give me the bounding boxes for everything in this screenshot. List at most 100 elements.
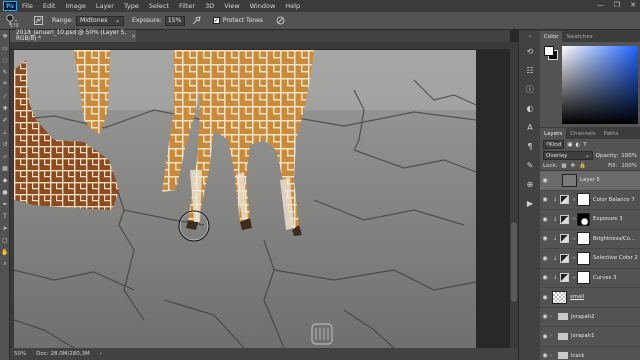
document-tab[interactable]: 2018_januari_10.psd @ 50% (Layer 5, RGB/… <box>10 30 136 42</box>
brush-tool-icon[interactable]: ✐ <box>0 114 10 126</box>
menu-edit[interactable]: Edit <box>38 2 61 10</box>
visibility-eye-icon[interactable]: ◉ <box>540 196 550 203</box>
marquee-tool-icon[interactable]: ▭ <box>0 42 10 54</box>
pen-tool-icon[interactable]: ✒ <box>0 198 10 210</box>
opacity-value[interactable]: 100% <box>621 153 637 159</box>
zoom-tool-icon[interactable]: ⌕ <box>0 258 10 270</box>
visibility-eye-icon[interactable]: ◉ <box>540 177 550 184</box>
document-canvas[interactable] <box>14 50 476 348</box>
airbrush-icon[interactable] <box>191 15 203 27</box>
gradient-tool-icon[interactable]: ▦ <box>0 162 10 174</box>
layer-row-small[interactable]: ◉ small <box>540 288 640 308</box>
range-select[interactable]: Midtones ⌄ <box>76 15 125 26</box>
lasso-tool-icon[interactable]: ◌ <box>0 54 10 66</box>
minimize-button[interactable]: — <box>597 1 604 9</box>
filter-kind-select[interactable]: ⌕ Kind <box>543 140 565 149</box>
menu-type[interactable]: Type <box>119 2 144 10</box>
healing-tool-icon[interactable]: ✚ <box>0 102 10 114</box>
blur-tool-icon[interactable]: ◆ <box>0 174 10 186</box>
tab-paths[interactable]: Paths <box>600 128 623 139</box>
layer-row-curves[interactable]: ◉ ↓ ∞ Curves 3 <box>540 269 640 288</box>
layer-row-jerapah2[interactable]: ◉ › jerapah2 <box>540 308 640 327</box>
zoom-level[interactable]: 50% <box>14 351 26 357</box>
eyedropper-tool-icon[interactable]: ⁄ <box>0 90 10 102</box>
visibility-eye-icon[interactable]: ◉ <box>540 255 550 262</box>
paragraph-panel-icon[interactable]: ¶ <box>519 137 541 156</box>
visibility-eye-icon[interactable]: ◉ <box>540 216 550 223</box>
layer-row-track[interactable]: ◉ › track <box>540 347 640 360</box>
lock-all-icon[interactable]: 🔒 <box>579 163 586 169</box>
close-button[interactable]: ✕ <box>630 1 636 9</box>
menu-help[interactable]: Help <box>280 2 305 10</box>
layer-row-exposure[interactable]: ◉ ↓ ∞ Exposure 3 <box>540 210 640 230</box>
visibility-eye-icon[interactable]: ◉ <box>540 352 550 359</box>
brush-settings-icon[interactable] <box>32 15 44 27</box>
shape-tool-icon[interactable]: ▢ <box>0 234 10 246</box>
exposure-input[interactable]: 15% <box>164 15 185 26</box>
character-panel-icon[interactable]: A <box>519 118 541 137</box>
adjustments-panel-icon[interactable]: ◐ <box>519 99 541 118</box>
folder-icon <box>558 332 568 340</box>
tool-preset-picker[interactable]: 175 <box>4 13 26 29</box>
visibility-eye-icon[interactable]: ◉ <box>540 274 550 281</box>
menu-filter[interactable]: Filter <box>174 2 200 10</box>
layer-row-color-balance[interactable]: ◉ ↓ ∞ Color Balance 7 <box>540 191 640 210</box>
visibility-eye-icon[interactable]: ◉ <box>540 333 550 340</box>
clone-stamp-tool-icon[interactable]: ⊥ <box>0 126 10 138</box>
eraser-tool-icon[interactable]: ▱ <box>0 150 10 162</box>
menu-select[interactable]: Select <box>144 2 174 10</box>
layer-name: Brightness/Co... <box>593 235 635 242</box>
protect-tones-checkbox[interactable]: ✓ <box>212 17 220 24</box>
clone-source-panel-icon[interactable]: ⊕ <box>519 175 541 194</box>
layer-row-layer-5[interactable]: ◉ Layer 5 <box>540 171 640 191</box>
properties-panel-icon[interactable]: ☷ <box>519 61 541 80</box>
crop-tool-icon[interactable]: ⌗ <box>0 78 10 90</box>
blend-mode-select[interactable]: Overlay ⌄ <box>543 151 593 160</box>
filter-pixel-icon[interactable]: ▣ <box>567 142 572 148</box>
fill-value[interactable]: 100% <box>621 163 637 169</box>
filter-adjustment-icon[interactable]: ◐ <box>575 142 580 148</box>
visibility-eye-icon[interactable]: ◉ <box>540 313 550 320</box>
menu-layer[interactable]: Layer <box>91 2 119 10</box>
layer-row-jerapah1[interactable]: ◉ › jerapah1 <box>540 327 640 347</box>
status-menu-arrow-icon[interactable]: › <box>100 351 102 357</box>
lock-position-icon[interactable]: ✥ <box>571 163 576 169</box>
actions-panel-icon[interactable]: ▶ <box>519 194 541 213</box>
filter-type-icon[interactable]: T <box>583 142 586 148</box>
lock-pixels-icon[interactable]: ▦ <box>561 163 566 169</box>
layer-row-brightness-contrast[interactable]: ◉ ↓ ∞ Brightness/Co... <box>540 230 640 249</box>
layer-row-selective-color[interactable]: ◉ ↓ ∞ Selective Color 2 <box>540 249 640 269</box>
menu-image[interactable]: Image <box>60 2 90 10</box>
tab-channels[interactable]: Channels <box>566 128 599 139</box>
quick-select-tool-icon[interactable]: ✎ <box>0 66 10 78</box>
foreground-color-swatch[interactable] <box>544 46 554 56</box>
info-panel-icon[interactable]: ⓘ <box>519 80 541 99</box>
menu-window[interactable]: Window <box>245 2 281 10</box>
dodge-tool-active-icon[interactable]: ● <box>0 186 10 198</box>
tab-color[interactable]: Color <box>540 31 563 42</box>
color-picker-field[interactable] <box>562 46 638 124</box>
visibility-eye-icon[interactable]: ◉ <box>540 294 550 301</box>
type-tool-icon[interactable]: T <box>0 210 10 222</box>
tab-swatches[interactable]: Swatches <box>562 31 596 42</box>
expand-arrow-icon[interactable]: › <box>550 314 556 320</box>
vertical-scrollbar[interactable] <box>510 42 518 348</box>
collapse-icon[interactable]: » <box>519 30 541 42</box>
expand-arrow-icon[interactable]: › <box>550 353 556 359</box>
menu-view[interactable]: View <box>219 2 244 10</box>
path-select-tool-icon[interactable]: ➤ <box>0 222 10 234</box>
close-tab-icon[interactable]: × <box>131 33 136 40</box>
brush-panel-icon[interactable]: ✎ <box>519 156 541 175</box>
expand-arrow-icon[interactable]: › <box>550 333 556 339</box>
move-tool-icon[interactable]: ✥ <box>0 30 10 42</box>
history-panel-icon[interactable]: ⟲ <box>519 42 541 61</box>
tab-layers[interactable]: Layers <box>540 128 567 139</box>
menu-3d[interactable]: 3D <box>200 2 219 10</box>
history-brush-tool-icon[interactable]: ↺ <box>0 138 10 150</box>
menu-file[interactable]: File <box>17 2 38 10</box>
restore-button[interactable]: ❐ <box>614 1 620 9</box>
hand-tool-icon[interactable]: ✋ <box>0 246 10 258</box>
pressure-size-icon[interactable] <box>275 15 287 27</box>
scrollbar-thumb[interactable] <box>511 222 517 302</box>
visibility-eye-icon[interactable]: ◉ <box>540 235 550 242</box>
